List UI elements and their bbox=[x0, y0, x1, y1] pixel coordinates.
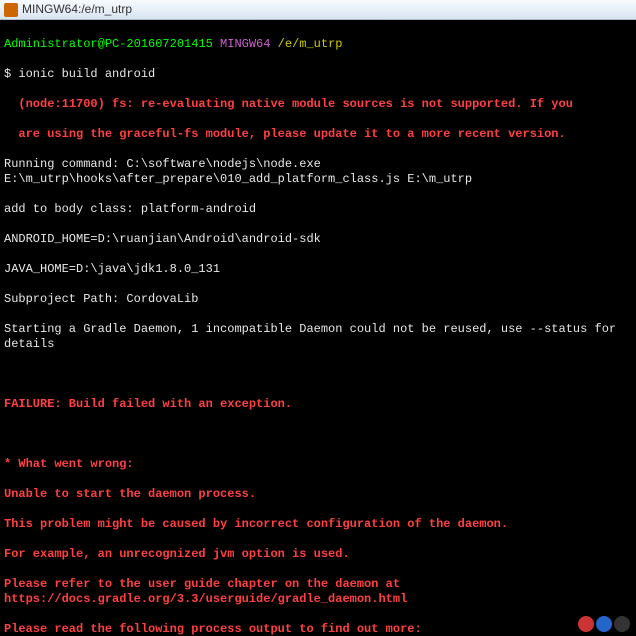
blank-line bbox=[4, 367, 632, 382]
wrong-head: * What went wrong: bbox=[4, 457, 632, 472]
out-line: add to body class: platform-android bbox=[4, 202, 632, 217]
tray-icons bbox=[578, 616, 630, 632]
window-title: MINGW64:/e/m_utrp bbox=[22, 2, 132, 17]
fail-line: FAILURE: Build failed with an exception. bbox=[4, 397, 632, 412]
blank-line bbox=[4, 427, 632, 442]
tray-icon bbox=[578, 616, 594, 632]
out-line: JAVA_HOME=D:\java\jdk1.8.0_131 bbox=[4, 262, 632, 277]
window-titlebar: MINGW64:/e/m_utrp bbox=[0, 0, 636, 20]
prompt-cwd: /e/m_utrp bbox=[278, 37, 343, 51]
err-line: For example, an unrecognized jvm option … bbox=[4, 547, 632, 562]
warn-line: (node:11700) fs: re-evaluating native mo… bbox=[4, 97, 632, 112]
tray-icon bbox=[596, 616, 612, 632]
terminal-output[interactable]: Administrator@PC-201607201415 MINGW64 /e… bbox=[0, 20, 636, 636]
tray-icon bbox=[614, 616, 630, 632]
warn-line: are using the graceful-fs module, please… bbox=[4, 127, 632, 142]
prompt-shell: MINGW64 bbox=[220, 37, 270, 51]
err-line: This problem might be caused by incorrec… bbox=[4, 517, 632, 532]
command-line: $ ionic build android bbox=[4, 67, 632, 82]
err-line: Please refer to the user guide chapter o… bbox=[4, 577, 632, 607]
out-line: Starting a Gradle Daemon, 1 incompatible… bbox=[4, 322, 632, 352]
mingw-icon bbox=[4, 3, 18, 17]
out-line: ANDROID_HOME=D:\ruanjian\Android\android… bbox=[4, 232, 632, 247]
err-line: Please read the following process output… bbox=[4, 622, 632, 636]
out-line: Running command: C:\software\nodejs\node… bbox=[4, 157, 632, 187]
prompt-user: Administrator@PC-201607201415 bbox=[4, 37, 213, 51]
out-line: Subproject Path: CordovaLib bbox=[4, 292, 632, 307]
err-line: Unable to start the daemon process. bbox=[4, 487, 632, 502]
